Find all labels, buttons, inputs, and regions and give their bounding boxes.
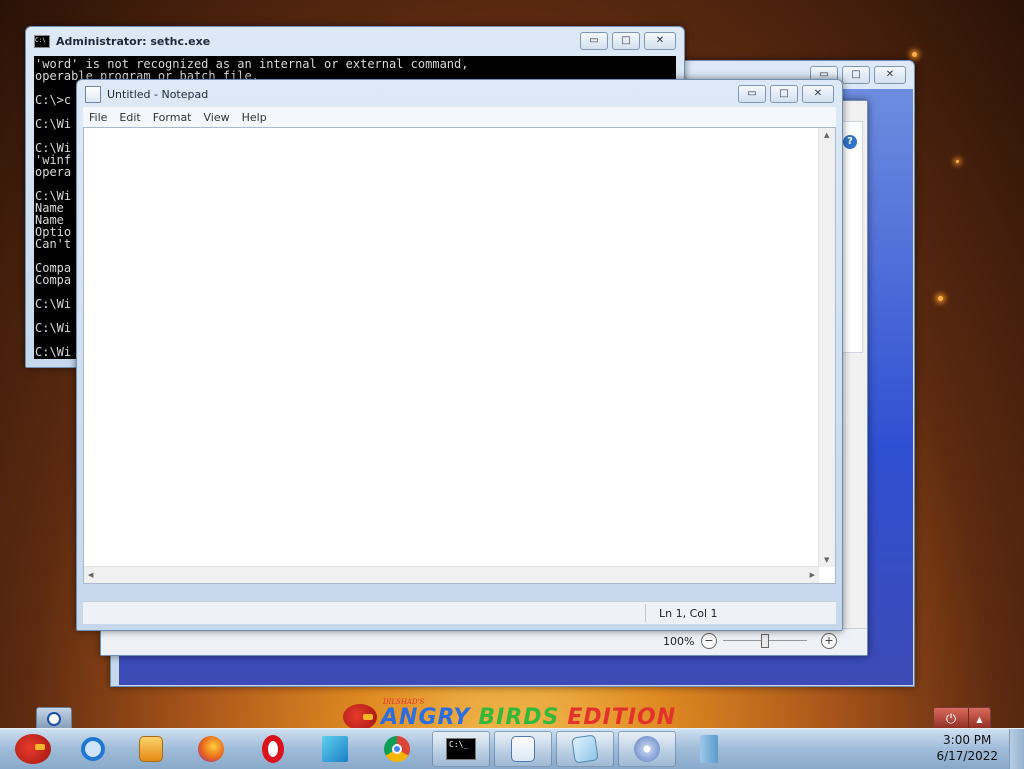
notepad-icon	[571, 734, 599, 764]
dvd-icon	[634, 736, 660, 762]
taskbar-opera[interactable]	[244, 731, 302, 767]
image-statusbar: 100% − +	[101, 628, 867, 655]
menu-format[interactable]: Format	[147, 111, 198, 124]
media-player-icon	[139, 736, 163, 762]
taskbar-media-player[interactable]	[122, 731, 180, 767]
start-button[interactable]	[2, 731, 68, 767]
cursor-position: Ln 1, Col 1	[659, 607, 718, 620]
maximize-button[interactable]: □	[612, 32, 640, 50]
scroll-left-icon[interactable]: ◀	[88, 571, 93, 579]
logo-word-angry: ANGRY	[381, 705, 471, 730]
close-button[interactable]: ✕	[644, 32, 676, 50]
taskbar-firefox[interactable]	[182, 731, 240, 767]
status-divider	[645, 604, 646, 622]
zoom-level: 100%	[663, 635, 695, 648]
notepad-window[interactable]: Untitled - Notepad ▭ □ ✕ File Edit Forma…	[76, 79, 843, 631]
logo-caption: DILSHAD'S	[383, 698, 425, 706]
taskbar-notepad[interactable]	[556, 731, 614, 767]
taskbar-wordpad[interactable]	[494, 731, 552, 767]
zoom-out-button[interactable]: −	[701, 633, 717, 649]
window-controls: ▭ □ ✕	[580, 32, 676, 50]
menu-view[interactable]: View	[198, 111, 236, 124]
clock-time: 3:00 PM	[943, 733, 992, 747]
cmd-icon: C:\	[34, 34, 50, 48]
angry-bird-start-icon	[15, 734, 51, 764]
taskbar-chrome[interactable]	[368, 731, 426, 767]
menu-edit[interactable]: Edit	[113, 111, 146, 124]
logo-word-edition: EDITION	[567, 705, 677, 730]
chrome-icon	[384, 736, 410, 762]
cmd-icon: C:\_	[446, 738, 476, 760]
taskbar-cmd[interactable]: C:\_	[432, 731, 490, 767]
zoom-slider-thumb[interactable]	[761, 634, 769, 648]
taskbar-app-blank[interactable]	[680, 731, 738, 767]
window-controls: ▭ □ ✕	[738, 85, 834, 103]
cube-app-icon	[322, 736, 348, 762]
scroll-right-icon[interactable]: ▶	[810, 571, 815, 579]
text-editor-area[interactable]: ▲ ▼ ◀ ▶	[83, 127, 836, 584]
power-options-arrow[interactable]: ▲	[969, 708, 990, 730]
decor-spark	[956, 160, 959, 163]
taskbar-app-cube[interactable]	[306, 731, 364, 767]
internet-explorer-icon	[81, 737, 105, 761]
menu-help[interactable]: Help	[236, 111, 273, 124]
maximize-button[interactable]: □	[770, 85, 798, 103]
minimize-button[interactable]: ▭	[580, 32, 608, 50]
wordpad-icon	[511, 736, 535, 762]
notepad-icon	[85, 85, 101, 103]
system-clock[interactable]: 3:00 PM 6/17/2022	[936, 732, 998, 764]
window-app-icon	[700, 735, 718, 763]
show-desktop-button[interactable]	[1009, 729, 1024, 769]
close-button[interactable]: ✕	[874, 66, 906, 84]
logo-word-birds: BIRDS	[478, 705, 560, 730]
menu-bar: File Edit Format View Help	[83, 107, 836, 127]
scroll-down-icon[interactable]: ▼	[824, 556, 829, 564]
decor-spark	[938, 296, 943, 301]
notepad-statusbar: Ln 1, Col 1	[83, 601, 836, 624]
help-icon[interactable]: ?	[843, 135, 857, 149]
gear-icon	[47, 712, 61, 726]
menu-file[interactable]: File	[83, 111, 113, 124]
angry-bird-icon	[343, 704, 377, 730]
maximize-button[interactable]: □	[842, 66, 870, 84]
taskbar: C:\_ 3:00 PM 6/17/2022	[0, 728, 1024, 769]
taskbar-dvd-maker[interactable]	[618, 731, 676, 767]
opera-icon	[262, 735, 284, 763]
angry-birds-logo: DILSHAD'S ANGRY BIRDS EDITION	[343, 698, 677, 730]
taskbar-ie[interactable]	[64, 731, 122, 767]
decor-spark	[912, 52, 917, 57]
clock-date: 6/17/2022	[936, 749, 998, 763]
horizontal-scrollbar[interactable]: ◀ ▶	[84, 566, 819, 583]
power-icon[interactable]: ⏻	[934, 708, 969, 730]
zoom-in-button[interactable]: +	[821, 633, 837, 649]
minimize-button[interactable]: ▭	[738, 85, 766, 103]
notepad-titlebar[interactable]: Untitled - Notepad	[77, 80, 842, 108]
cmd-title: Administrator: sethc.exe	[56, 34, 211, 48]
firefox-icon	[198, 736, 224, 762]
vertical-scrollbar[interactable]: ▲ ▼	[818, 128, 835, 567]
close-button[interactable]: ✕	[802, 85, 834, 103]
scroll-up-icon[interactable]: ▲	[824, 131, 829, 139]
notepad-title: Untitled - Notepad	[107, 87, 209, 101]
